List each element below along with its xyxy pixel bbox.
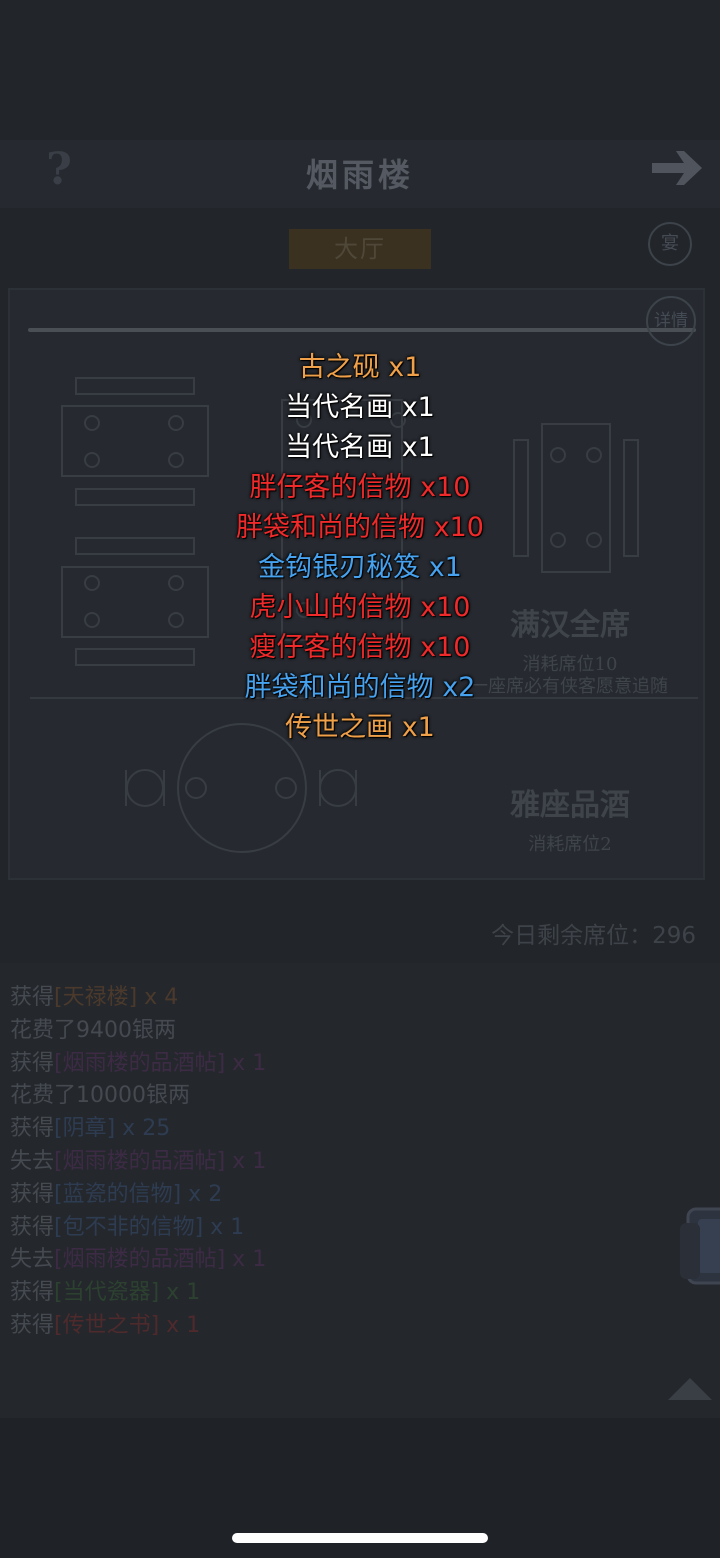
reward-item: 金钩银刃秘笈 x1 bbox=[0, 548, 720, 588]
reward-name: 当代名画 bbox=[285, 432, 394, 463]
log-quantity: x 1 bbox=[159, 1280, 201, 1306]
home-indicator[interactable] bbox=[232, 1533, 488, 1543]
log-prefix: 获得 bbox=[10, 1313, 55, 1338]
reward-quantity: x1 bbox=[420, 552, 462, 583]
reward-quantity: x10 bbox=[425, 512, 484, 543]
log-item: [天禄楼] bbox=[54, 985, 138, 1010]
log-entry: 失去[烟雨楼的品酒帖] x 1 bbox=[10, 1245, 266, 1275]
reward-quantity: x1 bbox=[393, 392, 435, 423]
log-entry: 花费了9400银两 bbox=[10, 1016, 176, 1046]
reward-quantity: x2 bbox=[433, 672, 476, 703]
reward-name: 胖袋和尚的信物 bbox=[236, 512, 426, 543]
log-quantity: x 25 bbox=[115, 1116, 171, 1142]
reward-quantity: x10 bbox=[411, 592, 471, 623]
log-quantity: x 1 bbox=[159, 1313, 201, 1338]
reward-quantity: x1 bbox=[393, 712, 435, 743]
seat-option-cost: 消耗席位2 bbox=[528, 834, 612, 855]
reward-name: 金钩银刃秘笈 bbox=[258, 552, 421, 583]
game-screen: ? 烟雨楼 大厅 宴 详情 满汉全席 消耗席位10 一座席必有侠客愿意追随 雅座… bbox=[0, 0, 720, 1558]
log-item: [烟雨楼的品酒帖] bbox=[54, 1247, 226, 1273]
log-prefix: 失去 bbox=[10, 1247, 55, 1273]
log-quantity: x 2 bbox=[181, 1181, 223, 1207]
card-deck-icon[interactable] bbox=[678, 1203, 720, 1287]
reward-name: 胖仔客的信物 bbox=[249, 472, 412, 503]
log-item: [当代瓷器] bbox=[54, 1280, 160, 1306]
reward-quantity: x1 bbox=[393, 432, 435, 463]
log-prefix: 获得 bbox=[10, 1280, 55, 1306]
reward-item: 古之砚 x1 bbox=[0, 348, 720, 388]
reward-name: 虎小山的信物 bbox=[249, 592, 412, 623]
log-item: [包不非的信物] bbox=[54, 1214, 204, 1240]
reward-name: 胖袋和尚的信物 bbox=[244, 672, 434, 703]
log-prefix: 获得 bbox=[10, 1214, 55, 1240]
reward-item: 传世之画 x1 bbox=[0, 708, 720, 748]
reward-item: 胖仔客的信物 x10 bbox=[0, 468, 720, 508]
reward-quantity: x1 bbox=[379, 352, 422, 383]
log-quantity: x 1 bbox=[203, 1214, 245, 1240]
reward-item: 瘦仔客的信物 x10 bbox=[0, 628, 720, 668]
log-entry: 失去[烟雨楼的品酒帖] x 1 bbox=[10, 1147, 266, 1177]
reward-name: 古之砚 bbox=[298, 352, 380, 383]
seats-remaining: 今日剩余席位：296 bbox=[491, 923, 696, 949]
log-entry: 获得[传世之书] x 1 bbox=[10, 1311, 200, 1341]
log-prefix: 花费了10000银两 bbox=[10, 1083, 190, 1109]
log-quantity: x 1 bbox=[225, 1050, 267, 1076]
log-prefix: 花费了9400银两 bbox=[10, 1017, 176, 1043]
reward-item: 当代名画 x1 bbox=[0, 428, 720, 468]
log-item: [蓝瓷的信物] bbox=[54, 1181, 182, 1207]
reward-item: 胖袋和尚的信物 x10 bbox=[0, 508, 720, 548]
log-entry: 获得[烟雨楼的品酒帖] x 1 bbox=[10, 1049, 266, 1079]
log-entry: 获得[当代瓷器] x 1 bbox=[10, 1278, 200, 1308]
log-prefix: 失去 bbox=[10, 1149, 55, 1174]
reward-item: 胖袋和尚的信物 x2 bbox=[0, 668, 720, 708]
seat-option-wine[interactable]: 雅座品酒 消耗席位2 bbox=[470, 780, 670, 856]
reward-item: 虎小山的信物 x10 bbox=[0, 588, 720, 628]
log-prefix: 获得 bbox=[10, 1181, 55, 1207]
log-entry: 获得[包不非的信物] x 1 bbox=[10, 1213, 244, 1243]
log-prefix: 获得 bbox=[10, 985, 55, 1010]
reward-name: 瘦仔客的信物 bbox=[249, 632, 412, 663]
reward-list: 古之砚 x1 当代名画 x1 当代名画 x1 胖仔客的信物 x10 胖袋和尚的信物 x1… bbox=[0, 348, 720, 748]
log-entry: 获得[天禄楼] x 4 bbox=[10, 983, 178, 1013]
scroll-up-icon[interactable] bbox=[668, 1378, 712, 1400]
reward-name: 传世之画 bbox=[285, 712, 394, 743]
log-quantity: x 4 bbox=[137, 985, 179, 1010]
log-prefix: 获得 bbox=[10, 1116, 55, 1142]
log-item: [烟雨楼的品酒帖] bbox=[54, 1149, 226, 1174]
log-item: [烟雨楼的品酒帖] bbox=[54, 1050, 226, 1076]
log-quantity: x 1 bbox=[225, 1247, 267, 1273]
log-entry: 花费了10000银两 bbox=[10, 1081, 190, 1111]
log-prefix: 获得 bbox=[10, 1050, 55, 1076]
log-item: [传世之书] bbox=[54, 1313, 160, 1338]
log-entry: 获得[阴章] x 25 bbox=[10, 1114, 170, 1144]
log-item: [阴章] bbox=[54, 1116, 116, 1142]
seat-option-name: 雅座品酒 bbox=[510, 788, 630, 823]
reward-item: 当代名画 x1 bbox=[0, 388, 720, 428]
log-entry: 获得[蓝瓷的信物] x 2 bbox=[10, 1180, 222, 1210]
reward-quantity: x10 bbox=[411, 472, 471, 503]
reward-name: 当代名画 bbox=[285, 392, 394, 423]
log-quantity: x 1 bbox=[225, 1149, 267, 1174]
reward-quantity: x10 bbox=[411, 632, 471, 663]
